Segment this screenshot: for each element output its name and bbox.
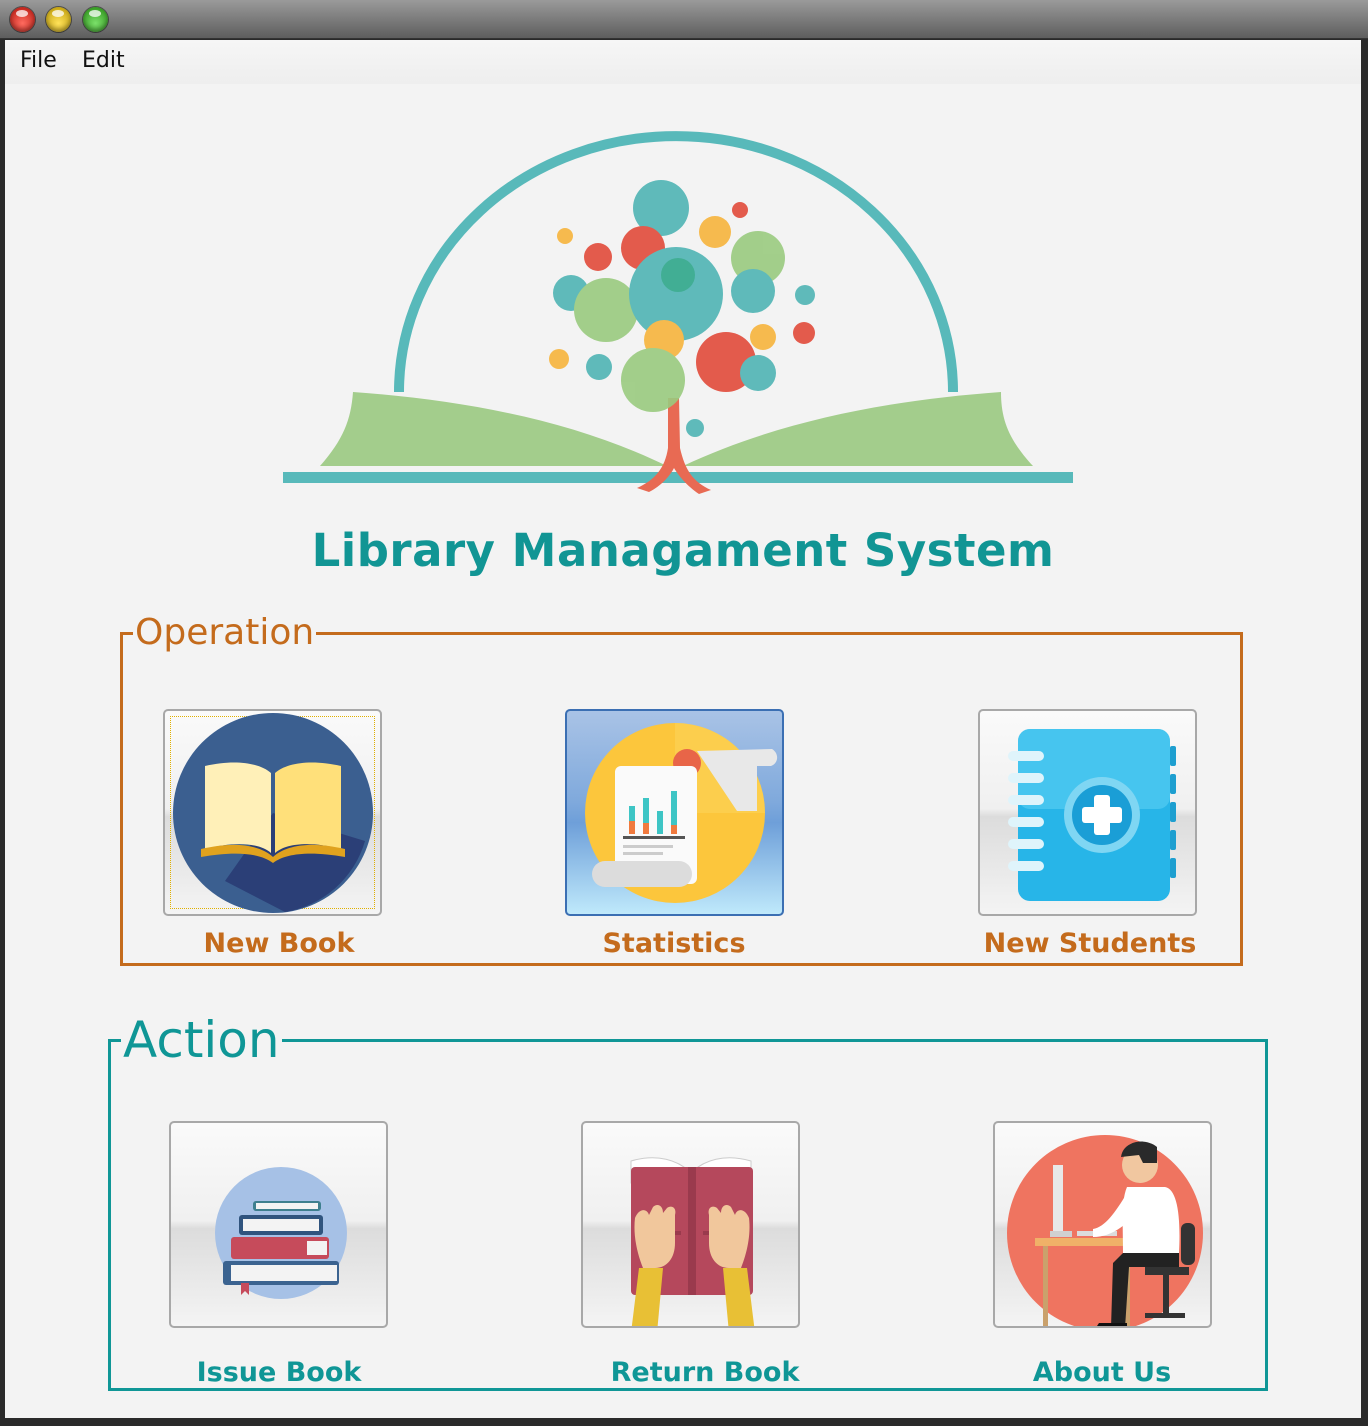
action-legend: Action: [123, 1011, 280, 1069]
menu-edit[interactable]: Edit: [82, 48, 125, 73]
menu-bar: File Edit: [5, 40, 1361, 84]
action-group: Action Issue Book Return Book About Us: [108, 1015, 1268, 1391]
about-us-label: About Us: [1032, 1357, 1172, 1388]
issue-book-button[interactable]: [169, 1121, 388, 1328]
person-at-computer-icon: [1007, 1135, 1203, 1326]
app-title: Library Managament System: [311, 524, 1055, 577]
issue-book-label: Issue Book: [196, 1357, 362, 1388]
return-book-button[interactable]: [581, 1121, 800, 1328]
statistics-button[interactable]: [565, 709, 784, 916]
return-book-label: Return Book: [610, 1357, 800, 1388]
new-book-button[interactable]: [163, 709, 382, 916]
reading-book-icon: [630, 1157, 755, 1326]
close-window-button[interactable]: [10, 7, 35, 32]
zoom-window-button[interactable]: [83, 7, 108, 32]
open-book-icon: [173, 713, 373, 913]
address-book-add-icon: [1008, 729, 1176, 901]
new-students-button[interactable]: [978, 709, 1197, 916]
statistics-label: Statistics: [602, 928, 746, 959]
operation-legend: Operation: [135, 612, 315, 653]
operation-group: Operation New Book Statistics New Studen…: [120, 615, 1243, 966]
new-book-label: New Book: [203, 928, 355, 959]
book-stack-icon: [215, 1167, 347, 1299]
minimize-window-button[interactable]: [46, 7, 71, 32]
menu-file[interactable]: File: [20, 48, 57, 73]
statistics-report-icon: [585, 723, 778, 903]
main-window: File Edit Library Managament System Oper…: [5, 40, 1361, 1418]
about-us-button[interactable]: [993, 1121, 1212, 1328]
window-titlebar[interactable]: [0, 0, 1368, 39]
new-students-label: New Students: [983, 928, 1197, 959]
library-logo: [283, 131, 1073, 494]
